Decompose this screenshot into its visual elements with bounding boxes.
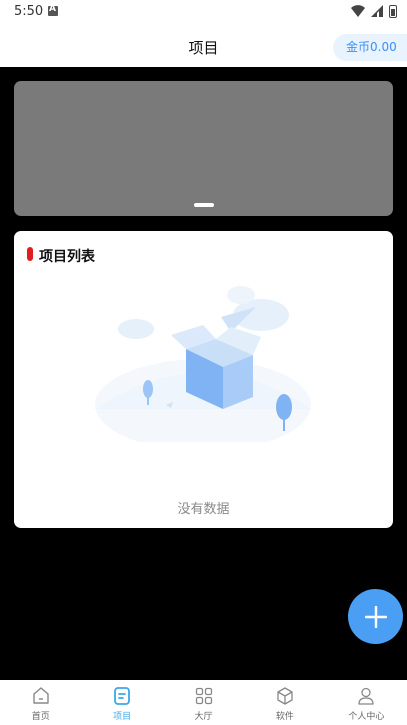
empty-state-text: 没有数据 bbox=[177, 502, 230, 517]
tab-label: 软件 bbox=[275, 712, 294, 722]
bottom-tab-bar: 首页 项目 大厅 软件 个人中心 bbox=[0, 680, 407, 725]
status-bar: 5:50 bbox=[0, 0, 407, 24]
status-time: 5:50 bbox=[14, 4, 44, 19]
tab-software[interactable]: 软件 bbox=[244, 680, 325, 725]
empty-box-illustration bbox=[95, 286, 311, 442]
battery-icon bbox=[389, 4, 397, 18]
tab-home[interactable]: 首页 bbox=[0, 680, 81, 725]
notification-icon bbox=[48, 4, 58, 16]
tab-label: 首页 bbox=[31, 712, 50, 722]
plus-icon bbox=[364, 605, 387, 628]
wifi-icon bbox=[351, 5, 365, 17]
tab-project[interactable]: 项目 bbox=[81, 680, 162, 725]
signal-icon bbox=[371, 5, 383, 17]
banner-indicator bbox=[194, 203, 214, 207]
project-icon bbox=[114, 687, 131, 705]
tab-label: 大厅 bbox=[194, 712, 213, 722]
cube-icon bbox=[277, 687, 293, 705]
title-marker bbox=[27, 247, 33, 261]
tab-label: 个人中心 bbox=[348, 712, 385, 722]
user-icon bbox=[358, 687, 374, 705]
tab-hall[interactable]: 大厅 bbox=[163, 680, 244, 725]
tab-profile[interactable]: 个人中心 bbox=[326, 680, 407, 725]
tab-label: 项目 bbox=[113, 712, 132, 722]
header: 项目 金币0.00 bbox=[0, 24, 407, 67]
home-icon bbox=[33, 687, 49, 704]
add-project-button[interactable] bbox=[348, 589, 403, 644]
coin-balance-button[interactable]: 金币0.00 bbox=[333, 34, 407, 61]
project-list-title: 项目列表 bbox=[39, 249, 95, 265]
banner-carousel[interactable] bbox=[14, 81, 393, 216]
grid-icon bbox=[195, 687, 212, 705]
project-list-card: 项目列表 没有数据 bbox=[14, 231, 393, 528]
status-icons bbox=[351, 4, 397, 18]
